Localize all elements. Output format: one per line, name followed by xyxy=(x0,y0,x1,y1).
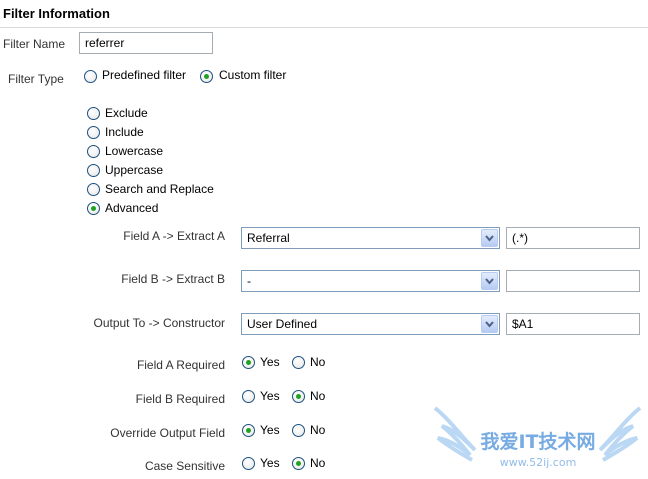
field-a-required-label: Field A Required xyxy=(136,358,225,372)
advanced-radio[interactable] xyxy=(87,202,100,215)
field-b-select-value: - xyxy=(247,274,251,288)
filter-type-label: Filter Type xyxy=(8,72,64,86)
output-constructor-label: Output To -> Constructor xyxy=(93,316,225,330)
site-watermark: 我爱IT技术网 www.52ij.com xyxy=(430,400,645,475)
watermark-url: www.52ij.com xyxy=(500,456,577,469)
advanced-label[interactable]: Advanced xyxy=(105,201,158,215)
field-a-extract-input[interactable] xyxy=(506,227,640,249)
output-select[interactable]: User Defined xyxy=(241,313,500,335)
field-a-select-value: Referral xyxy=(247,231,290,245)
field-a-required-no-radio[interactable] xyxy=(292,356,305,369)
field-b-select[interactable]: - xyxy=(241,270,500,292)
field-a-required-no-label[interactable]: No xyxy=(310,355,325,369)
override-output-no-label[interactable]: No xyxy=(310,423,325,437)
include-radio[interactable] xyxy=(87,126,100,139)
exclude-label[interactable]: Exclude xyxy=(105,106,148,120)
case-sensitive-yes-label[interactable]: Yes xyxy=(260,456,280,470)
lowercase-label[interactable]: Lowercase xyxy=(105,144,163,158)
output-constructor-input[interactable] xyxy=(506,313,640,335)
field-b-required-no-label[interactable]: No xyxy=(310,389,325,403)
wings-logo-icon: 我爱IT技术网 www.52ij.com xyxy=(433,406,642,469)
chevron-down-icon[interactable] xyxy=(481,272,498,290)
custom-filter-label[interactable]: Custom filter xyxy=(219,68,286,82)
case-sensitive-no-label[interactable]: No xyxy=(310,456,325,470)
include-label[interactable]: Include xyxy=(105,125,144,139)
field-a-required-yes-radio[interactable] xyxy=(242,356,255,369)
override-output-label: Override Output Field xyxy=(110,426,225,440)
field-b-label: Field B -> Extract B xyxy=(121,272,225,286)
override-output-yes-label[interactable]: Yes xyxy=(260,423,280,437)
field-a-required-yes-label[interactable]: Yes xyxy=(260,355,280,369)
uppercase-label[interactable]: Uppercase xyxy=(105,163,163,177)
case-sensitive-label: Case Sensitive xyxy=(144,459,225,473)
lowercase-radio[interactable] xyxy=(87,145,100,158)
field-b-extract-input[interactable] xyxy=(506,270,640,292)
custom-filter-radio[interactable] xyxy=(200,70,213,83)
case-sensitive-yes-radio[interactable] xyxy=(242,457,255,470)
field-b-required-label: Field B Required xyxy=(135,392,225,406)
output-select-value: User Defined xyxy=(247,317,318,331)
exclude-radio[interactable] xyxy=(87,107,100,120)
search-and-replace-radio[interactable] xyxy=(87,183,100,196)
override-output-no-radio[interactable] xyxy=(292,424,305,437)
field-b-required-yes-radio[interactable] xyxy=(242,390,255,403)
field-a-label: Field A -> Extract A xyxy=(123,229,225,243)
case-sensitive-no-radio[interactable] xyxy=(292,457,305,470)
chevron-down-icon[interactable] xyxy=(481,229,498,247)
title-divider xyxy=(0,27,648,28)
predefined-filter-radio[interactable] xyxy=(84,70,97,83)
filter-name-input[interactable] xyxy=(79,32,213,54)
section-title: Filter Information xyxy=(3,6,110,21)
field-b-required-yes-label[interactable]: Yes xyxy=(260,389,280,403)
override-output-yes-radio[interactable] xyxy=(242,424,255,437)
chevron-down-icon[interactable] xyxy=(481,315,498,333)
watermark-text: 我爱IT技术网 xyxy=(480,430,595,453)
field-b-required-no-radio[interactable] xyxy=(292,390,305,403)
filter-name-label: Filter Name xyxy=(3,37,66,51)
field-a-select[interactable]: Referral xyxy=(241,227,500,249)
search-and-replace-label[interactable]: Search and Replace xyxy=(105,182,214,196)
uppercase-radio[interactable] xyxy=(87,164,100,177)
predefined-filter-label[interactable]: Predefined filter xyxy=(102,68,186,82)
